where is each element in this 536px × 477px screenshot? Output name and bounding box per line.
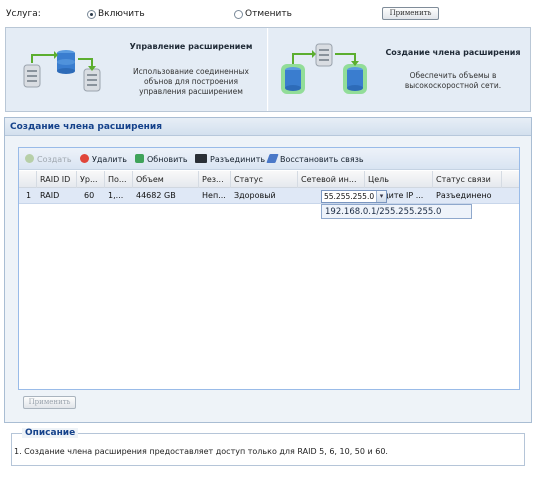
col-network[interactable]: Сетевой ин... [298, 171, 365, 188]
network-combo-value: 55.255.255.0 [324, 192, 375, 201]
cell-status: Здоровый [234, 191, 276, 200]
enable-radio[interactable] [87, 10, 96, 19]
cell-volume: 44682 GB [136, 191, 176, 200]
create-card-desc: Обеспечить объемы в высокоскоростной сет… [377, 71, 529, 91]
network-option[interactable]: 192.168.0.1/255.255.255.0 [325, 207, 441, 217]
col-level[interactable]: Ур... [77, 171, 105, 188]
manage-card-desc: Использование соединенных обънов для пос… [116, 67, 266, 97]
create-button[interactable]: Создать [25, 154, 72, 164]
manage-card-title: Управление расширением [129, 42, 253, 51]
refresh-label: Обновить [147, 155, 188, 164]
col-pos[interactable]: По... [105, 171, 133, 188]
create-label: Создать [37, 155, 72, 164]
col-reserve[interactable]: Рез... [199, 171, 231, 188]
cell-reserve: Неп... [202, 191, 226, 200]
enable-radio-label[interactable]: Включить [98, 9, 145, 19]
expansion-member-icon [281, 43, 367, 94]
refresh-button[interactable]: Обновить [135, 154, 188, 164]
section-title: Создание члена расширения [5, 118, 531, 136]
disable-radio-label[interactable]: Отменить [245, 9, 292, 19]
expansion-manage-icon [23, 50, 101, 92]
feature-cards: Управление расширением Использование сое… [5, 27, 531, 112]
service-label: Услуга: [6, 9, 41, 19]
manage-expansion-card[interactable]: Управление расширением Использование сое… [6, 28, 268, 111]
cell-pos: 1,... [108, 191, 124, 200]
col-volume[interactable]: Объем [133, 171, 199, 188]
network-dropdown: 192.168.0.1/255.255.255.0 [321, 204, 472, 219]
table-row[interactable]: 1 RAID 60 1,... 44682 GB Неп... Здоровый… [19, 188, 519, 204]
reconnect-icon [266, 154, 279, 163]
description-box: Описание 1. Создание члена расширения пр… [11, 428, 525, 466]
description-legend: Описание [22, 428, 79, 438]
manage-desc-line: управления расширением [139, 87, 243, 96]
reconnect-button[interactable]: Восстановить связь [266, 154, 364, 164]
disconnect-icon [195, 154, 207, 163]
chevron-down-icon[interactable]: ▾ [376, 191, 386, 202]
create-member-card[interactable]: Создание члена расширения Обеспечить объ… [269, 28, 530, 111]
service-row: Услуга: Включить Отменить Применить [0, 0, 536, 26]
description-text: 1. Создание члена расширения предоставля… [14, 447, 388, 456]
network-combo[interactable]: 55.255.255.0 ▾ [321, 190, 387, 203]
col-status[interactable]: Статус [231, 171, 298, 188]
cell-link-status: Разъединено [436, 191, 492, 200]
grid-toolbar: Создать Удалить Обновить Разъединить Вос… [19, 148, 519, 170]
manage-desc-line: Использование соединенных [133, 67, 249, 76]
apply-service-button[interactable]: Применить [382, 7, 439, 20]
create-card-title: Создание члена расширения [385, 48, 521, 57]
grid-header: RAID ID Ур... По... Объем Рез... Статус … [19, 171, 519, 188]
col-raid-id[interactable]: RAID ID [37, 171, 77, 188]
disconnect-label: Разъединить [210, 155, 266, 164]
add-icon [25, 154, 34, 163]
cell-raid-id: RAID [40, 191, 60, 200]
create-desc-line: Обеспечить объемы в [409, 71, 497, 80]
manage-desc-line: обънов для построения [144, 77, 238, 86]
row-number: 1 [26, 191, 32, 200]
delete-icon [80, 154, 89, 163]
apply-bottom-button[interactable]: Применить [23, 396, 76, 409]
col-target[interactable]: Цель [365, 171, 433, 188]
member-grid: Создать Удалить Обновить Разъединить Вос… [18, 147, 520, 390]
reconnect-label: Восстановить связь [280, 155, 364, 164]
refresh-icon [135, 154, 144, 163]
disconnect-button[interactable]: Разъединить [195, 154, 265, 164]
cell-level: 60 [84, 191, 95, 200]
row-number-header [19, 171, 37, 188]
disable-radio[interactable] [234, 10, 243, 19]
create-desc-line: высокоскоростной сети. [404, 81, 502, 90]
col-link-status[interactable]: Статус связи [433, 171, 502, 188]
delete-label: Удалить [92, 155, 127, 164]
delete-button[interactable]: Удалить [80, 154, 127, 164]
